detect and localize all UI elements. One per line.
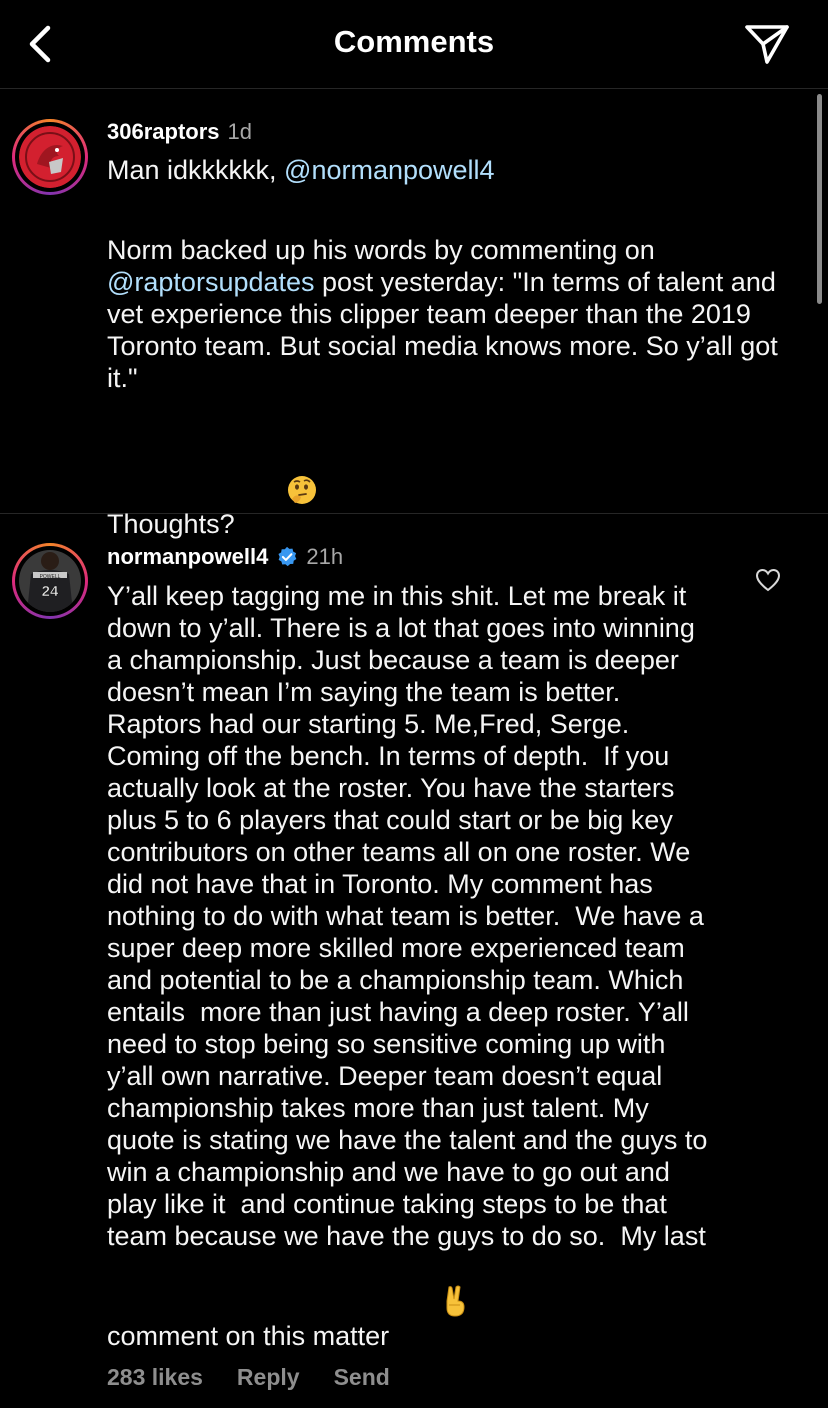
heart-icon — [755, 568, 781, 592]
caption-meta: 306raptors 1d — [107, 119, 252, 145]
username[interactable]: normanpowell4 — [107, 544, 268, 570]
player-photo-icon: POWELL 24 — [19, 550, 81, 612]
post-caption: 306raptors 1d Man idkkkkkk, @normanpowel… — [0, 89, 828, 539]
reply-button[interactable]: Reply — [237, 1364, 300, 1391]
caption-question: Thoughts? — [107, 442, 797, 545]
paper-plane-icon — [745, 25, 789, 64]
likes-count[interactable]: 283 likes — [107, 1364, 203, 1391]
comment-text: Y’all keep tagging me in this shit. Let … — [107, 581, 715, 1351]
share-button[interactable] — [742, 20, 792, 68]
username[interactable]: 306raptors — [107, 119, 220, 145]
timestamp: 1d — [227, 119, 252, 144]
like-button[interactable] — [752, 566, 784, 594]
avatar[interactable]: POWELL 24 — [12, 543, 88, 619]
mention-link[interactable]: @raptorsupdates — [107, 267, 315, 297]
jersey-number: 24 — [42, 583, 59, 600]
thinking-face-icon — [241, 442, 318, 545]
raptors-logo-icon — [19, 126, 81, 188]
caption-paragraph: Norm backed up his words by commenting o… — [107, 234, 797, 394]
caption-text: Thoughts? — [107, 509, 235, 539]
timestamp: 21h — [306, 544, 344, 569]
comment-body: Y’all keep tagging me in this shit. Let … — [107, 580, 717, 1357]
caption-line: Man idkkkkkk, @normanpowell4 — [107, 154, 797, 186]
jersey-name: POWELL — [40, 574, 61, 580]
caption-text: Man idkkkkkk, — [107, 155, 285, 185]
mention-link[interactable]: @normanpowell4 — [284, 155, 495, 185]
victory-hand-icon — [395, 1252, 472, 1357]
send-button[interactable]: Send — [334, 1364, 390, 1391]
avatar[interactable] — [12, 119, 88, 195]
verified-badge-icon — [278, 546, 297, 567]
comment-actions: 283 likes Reply Send — [107, 1364, 424, 1391]
comment-meta: normanpowell4 21h — [107, 544, 343, 570]
caption-text: Norm backed up his words by commenting o… — [107, 235, 663, 265]
top-bar: Comments — [0, 0, 828, 89]
page-title: Comments — [333, 24, 495, 59]
